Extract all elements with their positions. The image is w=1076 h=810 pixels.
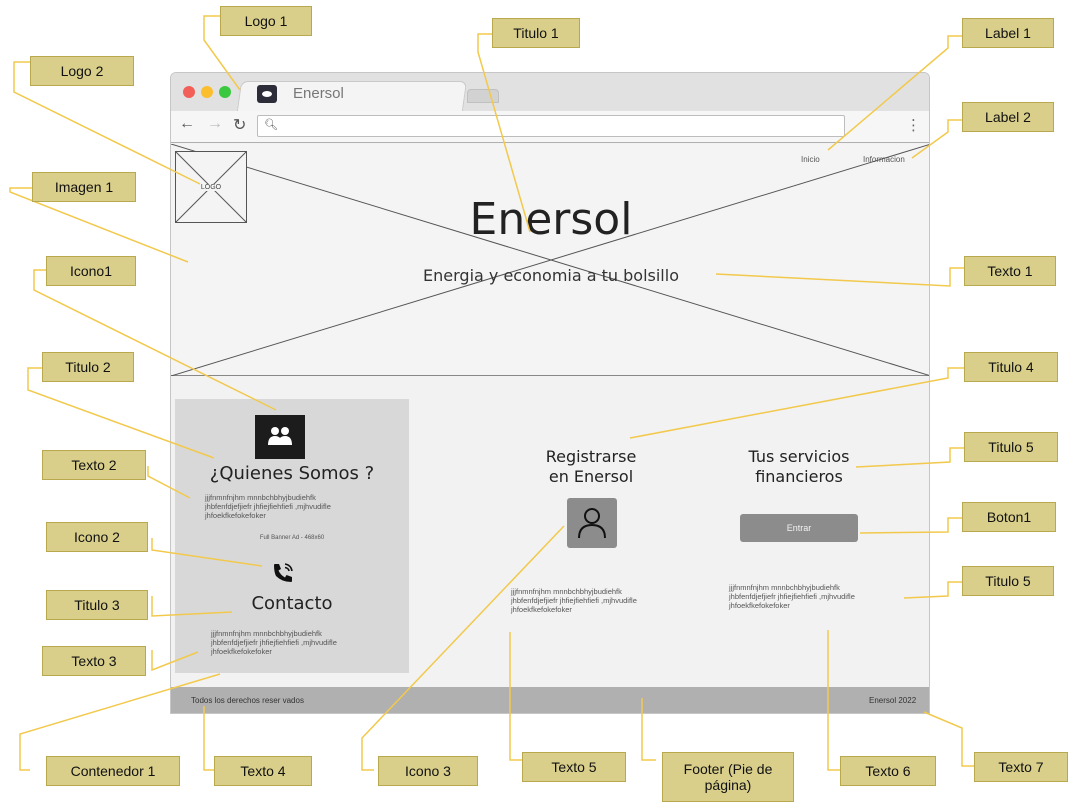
contact-title: Contacto <box>251 593 333 614</box>
maximize-dot-icon[interactable] <box>219 86 231 98</box>
callout-texto-7: Texto 7 <box>974 752 1068 782</box>
callout-titulo-3: Titulo 3 <box>46 590 148 620</box>
callout-icono-1: Icono1 <box>46 256 136 286</box>
contact-text: jjjfnmnfnjhm mnnbchbhyjbudiehfk jhbfenfd… <box>211 629 337 656</box>
callout-titulo-5-a: Titulo 5 <box>964 432 1058 462</box>
callout-texto-5: Texto 5 <box>522 752 626 782</box>
address-bar[interactable]: 🔍︎ <box>257 115 845 137</box>
callout-logo-2: Logo 2 <box>30 56 134 86</box>
callout-label-1: Label 1 <box>962 18 1054 48</box>
user-icon[interactable] <box>567 498 617 548</box>
services-text: jjjfnmnfnjhm mnnbchbhyjbudiehfk jhbfenfd… <box>729 583 855 610</box>
tab-bar: Enersol <box>171 73 929 111</box>
callout-texto-2: Texto 2 <box>42 450 146 480</box>
about-title: ¿Quienes Somos ? <box>209 463 375 484</box>
logo-label: LOGO <box>176 184 246 191</box>
callout-icono-2: Icono 2 <box>46 522 148 552</box>
forward-arrow-icon[interactable]: → <box>207 115 223 133</box>
search-icon: 🔍︎ <box>264 119 278 131</box>
close-dot-icon[interactable] <box>183 86 195 98</box>
callout-texto-1: Texto 1 <box>964 256 1056 286</box>
new-tab-button[interactable] <box>467 89 499 103</box>
callout-logo-1: Logo 1 <box>220 6 312 36</box>
image-placeholder-cross <box>171 144 929 376</box>
callout-texto-3: Texto 3 <box>42 646 146 676</box>
footer-copyright-text: Enersol 2022 <box>869 696 917 705</box>
back-arrow-icon[interactable]: ← <box>179 115 195 133</box>
callout-titulo-2: Titulo 2 <box>42 352 134 382</box>
register-title: Registrarse en Enersol <box>545 447 637 486</box>
callout-imagen-1: Imagen 1 <box>32 172 136 202</box>
services-title: Tus servicios financieros <box>748 447 850 486</box>
nav-link-inicio[interactable]: Inicio <box>801 155 820 164</box>
callout-titulo-1: Titulo 1 <box>492 18 580 48</box>
reload-icon[interactable]: ↻ <box>233 115 246 135</box>
footer-bar: Todos los derechos reser vados Enersol 2… <box>171 687 929 713</box>
menu-kebab-icon[interactable]: ⋮ <box>906 116 921 134</box>
footer-rights-text: Todos los derechos reser vados <box>191 696 304 705</box>
callout-texto-4: Texto 4 <box>214 756 312 786</box>
minimize-dot-icon[interactable] <box>201 86 213 98</box>
about-container: ¿Quienes Somos ? jjjfnmnfnjhm mnnbchbhyj… <box>175 399 409 673</box>
callout-titulo-4: Titulo 4 <box>964 352 1058 382</box>
callout-footer: Footer (Pie de página) <box>662 752 794 802</box>
browser-window: Enersol ← → ↻ 🔍︎ ⋮ LOGO Inicio Informaci… <box>170 72 930 714</box>
callout-boton-1: Boton1 <box>962 502 1056 532</box>
callout-titulo-5-b: Titulo 5 <box>962 566 1054 596</box>
nav-link-informacion[interactable]: Informacion <box>863 155 905 164</box>
callout-texto-6: Texto 6 <box>840 756 936 786</box>
callout-icono-3: Icono 3 <box>378 756 478 786</box>
callout-label-2: Label 2 <box>962 102 1054 132</box>
browser-toolbar: ← → ↻ 🔍︎ ⋮ <box>171 111 929 143</box>
phone-icon[interactable] <box>271 561 295 585</box>
register-text: jjjfnmnfnjhm mnnbchbhyjbudiehfk jhbfenfd… <box>511 587 637 614</box>
entrar-button[interactable]: Entrar <box>740 514 858 542</box>
group-icon <box>255 415 305 459</box>
hero-image-placeholder: LOGO Inicio Informacion Enersol Energia … <box>171 144 929 376</box>
banner-ad-text: Full Banner Ad - 468x60 <box>259 535 325 541</box>
hero-subtitle: Energia y economia a tu bolsillo <box>423 266 679 285</box>
callout-contenedor-1: Contenedor 1 <box>46 756 180 786</box>
hero-title: Enersol <box>469 194 633 245</box>
about-text: jjjfnmnfnjhm mnnbchbhyjbudiehfk jhbfenfd… <box>205 493 331 520</box>
tab-title: Enersol <box>293 85 344 102</box>
favicon-logo-icon <box>257 85 277 103</box>
